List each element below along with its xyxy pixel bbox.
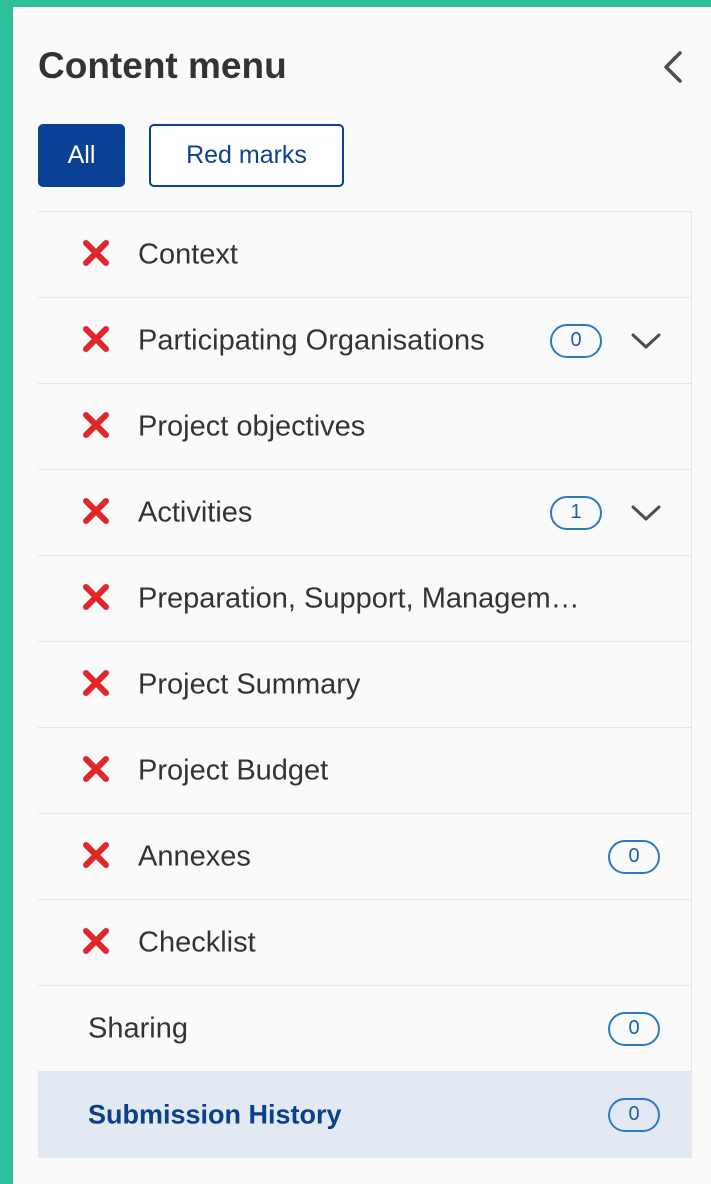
x-mark-icon [83,927,109,954]
menu-item-label: Project Summary [138,668,361,700]
content-menu-list: Context Participating Organisations 0 Pr… [38,211,692,1158]
menu-item-annexes[interactable]: Annexes 0 [38,814,691,900]
content-menu-header: Content menu [38,43,711,93]
filter-all-button[interactable]: All [38,124,125,187]
filter-red-marks-button[interactable]: Red marks [149,124,344,187]
x-mark-icon [83,411,109,438]
menu-item-checklist[interactable]: Checklist [38,900,691,986]
menu-item-label: Activities [138,496,253,528]
menu-item-label: Project objectives [138,410,366,442]
menu-item-label: Preparation, Support, Managem… [138,582,580,614]
page-title: Content menu [38,45,287,86]
menu-item-context[interactable]: Context [38,212,691,298]
count-badge: 0 [608,1011,660,1046]
count-badge: 0 [550,323,602,358]
x-mark-icon [83,497,109,524]
x-mark-icon [83,325,109,352]
menu-item-label: Checklist [138,926,256,958]
chevron-down-icon[interactable] [629,329,663,353]
menu-item-participating-organisations[interactable]: Participating Organisations 0 [38,298,691,384]
menu-item-label: Participating Organisations [138,324,485,356]
x-mark-icon [83,841,109,868]
menu-item-project-budget[interactable]: Project Budget [38,728,691,814]
menu-item-project-objectives[interactable]: Project objectives [38,384,691,470]
menu-item-label: Context [138,238,238,270]
chevron-down-icon[interactable] [629,501,663,525]
menu-item-submission-history[interactable]: Submission History 0 [38,1072,691,1158]
menu-item-activities[interactable]: Activities 1 [38,470,691,556]
x-mark-icon [83,669,109,696]
count-badge: 0 [608,839,660,874]
menu-item-label: Submission History [88,1099,342,1129]
content-menu-panel: Content menu All Red marks Context Parti… [13,7,711,1184]
x-mark-icon [83,239,109,266]
chevron-left-icon [664,51,682,83]
menu-item-label: Project Budget [138,754,329,786]
x-mark-icon [83,583,109,610]
menu-item-label: Annexes [138,840,251,872]
count-badge: 1 [550,495,602,530]
count-badge: 0 [608,1097,660,1132]
x-mark-icon [83,755,109,782]
menu-item-preparation-support-management[interactable]: Preparation, Support, Managem… [38,556,691,642]
collapse-menu-button[interactable] [653,47,693,87]
menu-item-project-summary[interactable]: Project Summary [38,642,691,728]
filter-toggle-group: All Red marks [38,124,344,187]
menu-item-label: Sharing [88,1012,188,1044]
menu-item-sharing[interactable]: Sharing 0 [38,986,691,1072]
